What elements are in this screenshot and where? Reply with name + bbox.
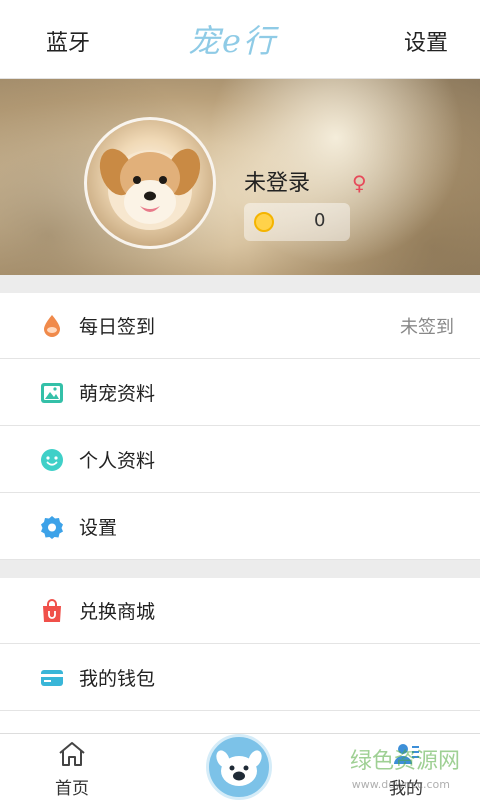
username[interactable]: 未登录 <box>244 165 310 197</box>
menu-label: 每日签到 <box>79 316 156 338</box>
menu-daily-checkin[interactable]: 每日签到 未签到 <box>0 293 480 359</box>
menu-my-wallet[interactable]: 我的钱包 <box>0 645 480 711</box>
home-icon <box>59 742 85 766</box>
smile-icon <box>41 449 63 471</box>
section-divider <box>0 275 480 293</box>
menu-label: 个人资料 <box>79 450 156 472</box>
bluetooth-button[interactable]: 蓝牙 <box>46 25 90 57</box>
checkin-status: 未签到 <box>400 317 454 338</box>
menu-label: 我的钱包 <box>79 668 156 690</box>
coin-balance: 0 <box>244 203 350 241</box>
menu-redeem-store[interactable]: 兑换商城 <box>0 578 480 644</box>
menu-label: 设置 <box>79 517 118 539</box>
coin-value: 0 <box>314 210 326 231</box>
tab-home-label: 首页 <box>55 779 89 799</box>
watermark-text: 绿色资源网 <box>349 749 460 774</box>
gender-female-icon: ♀ <box>352 171 367 195</box>
avatar[interactable] <box>84 117 216 249</box>
puppy-image <box>99 148 201 230</box>
center-pet-button[interactable] <box>206 734 272 800</box>
menu-label: 萌宠资料 <box>79 383 156 405</box>
menu-label: 兑换商城 <box>79 601 156 623</box>
shopping-bag-icon <box>43 599 61 622</box>
menu-personal-info[interactable]: 个人资料 <box>0 427 480 493</box>
image-icon <box>41 383 63 403</box>
watermark-url: www.downcc.com <box>351 778 450 791</box>
menu-settings[interactable]: 设置 <box>0 494 480 560</box>
card-icon <box>41 670 63 686</box>
section-divider <box>0 560 480 578</box>
tab-home[interactable]: 首页 <box>32 734 112 801</box>
drop-icon <box>44 315 60 337</box>
settings-button[interactable]: 设置 <box>404 25 448 57</box>
app-logo: 宠e行 <box>188 22 277 60</box>
banner-background <box>0 79 480 275</box>
coin-icon <box>254 212 274 232</box>
menu-pet-profile[interactable]: 萌宠资料 <box>0 360 480 426</box>
top-bar: 蓝牙 宠e行 设置 <box>0 0 480 79</box>
gear-icon <box>41 516 63 539</box>
dog-face-icon <box>216 750 262 786</box>
profile-banner: 未登录 ♀ 0 <box>0 79 480 275</box>
